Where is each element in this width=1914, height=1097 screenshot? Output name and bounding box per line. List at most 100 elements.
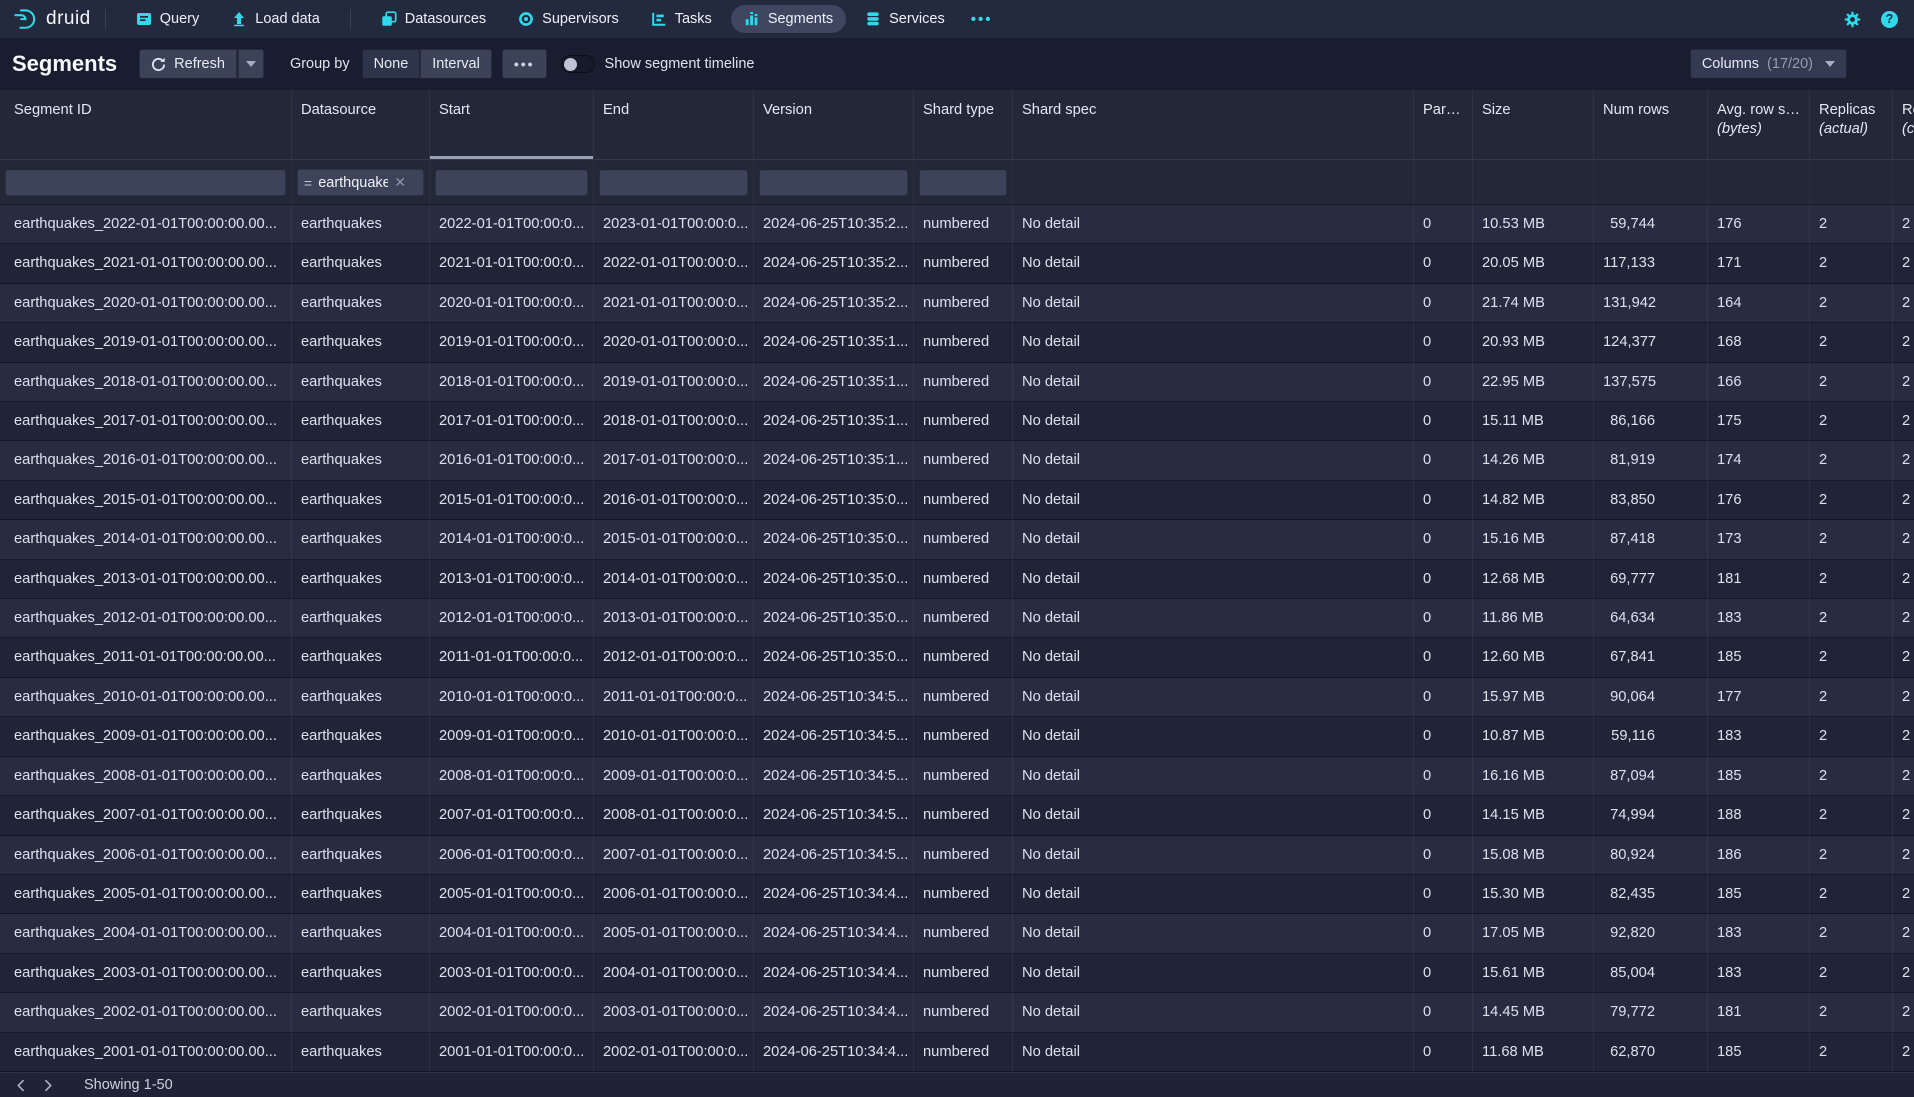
cell-datasource: earthquakes bbox=[292, 638, 430, 677]
cell-segment-id[interactable]: earthquakes_2005-01-01T00:00:00.00... bbox=[0, 875, 292, 914]
column-header-datasource[interactable]: Datasource bbox=[292, 90, 430, 159]
refresh-options-button[interactable] bbox=[237, 49, 264, 79]
cell-avg-row-size: 185 bbox=[1708, 757, 1810, 796]
cell-shard-spec: No detail bbox=[1013, 599, 1414, 638]
nav-item-supervisors[interactable]: Supervisors bbox=[505, 5, 632, 33]
cell-segment-id[interactable]: earthquakes_2013-01-01T00:00:00.00... bbox=[0, 560, 292, 599]
segment-timeline-toggle[interactable] bbox=[561, 55, 595, 73]
cell-partition: 0 bbox=[1414, 520, 1473, 559]
nav-item-datasources[interactable]: Datasources bbox=[368, 5, 499, 33]
cell-partition: 0 bbox=[1414, 638, 1473, 677]
column-header-start[interactable]: Start bbox=[430, 90, 594, 159]
column-header-replicas[interactable]: Replicas(actual) bbox=[1810, 90, 1893, 159]
cell-end: 2020-01-01T00:00:0... bbox=[594, 323, 754, 362]
cell-datasource: earthquakes bbox=[292, 796, 430, 835]
nav-more-button[interactable]: ••• bbox=[961, 11, 1003, 28]
num-rows-value: 83,850 bbox=[1603, 481, 1655, 520]
page-title: Segments bbox=[12, 51, 117, 77]
cell-avg-row-size: 185 bbox=[1708, 875, 1810, 914]
cell-num-rows: 81,919 bbox=[1594, 441, 1708, 480]
cell-segment-id[interactable]: earthquakes_2017-01-01T00:00:00.00... bbox=[0, 402, 292, 441]
cell-segment-id[interactable]: earthquakes_2011-01-01T00:00:00.00... bbox=[0, 638, 292, 677]
cell-segment-id[interactable]: earthquakes_2016-01-01T00:00:00.00... bbox=[0, 441, 292, 480]
cell-start: 2008-01-01T00:00:0... bbox=[430, 757, 594, 796]
pagination-footer: Showing 1-50 bbox=[0, 1072, 1914, 1097]
nav-item-query[interactable]: Query bbox=[123, 5, 213, 33]
columns-button[interactable]: Columns (17/20) bbox=[1690, 49, 1847, 79]
cell-segment-id[interactable]: earthquakes_2004-01-01T00:00:00.00... bbox=[0, 914, 292, 953]
cell-segment-id[interactable]: earthquakes_2001-01-01T00:00:00.00... bbox=[0, 1033, 292, 1072]
cell-avg-row-size: 186 bbox=[1708, 836, 1810, 875]
column-header-replication-factor[interactable]: Replication factor(configured) bbox=[1893, 90, 1914, 159]
column-header-partition[interactable]: Partition bbox=[1414, 90, 1473, 159]
gear-icon[interactable] bbox=[1844, 11, 1861, 28]
table-body: earthquakes_2022-01-01T00:00:00.00...ear… bbox=[0, 205, 1914, 1072]
cell-size: 11.86 MB bbox=[1473, 599, 1594, 638]
toolbar-more-button[interactable]: ••• bbox=[502, 49, 547, 79]
filter-input-shard-type[interactable] bbox=[919, 169, 1007, 196]
group-by-option-none[interactable]: None bbox=[362, 49, 421, 79]
cell-segment-id[interactable]: earthquakes_2010-01-01T00:00:00.00... bbox=[0, 678, 292, 717]
num-rows-value: 59,116 bbox=[1603, 717, 1655, 756]
nav-item-load-data[interactable]: Load data bbox=[218, 5, 333, 33]
cell-segment-id[interactable]: earthquakes_2002-01-01T00:00:00.00... bbox=[0, 993, 292, 1032]
help-icon[interactable]: ? bbox=[1881, 11, 1898, 28]
cell-shard-type: numbered bbox=[914, 1033, 1013, 1072]
column-header-segment-id[interactable]: Segment ID bbox=[0, 90, 292, 159]
group-by-option-interval[interactable]: Interval bbox=[420, 49, 492, 79]
column-header-avg-row-size[interactable]: Avg. row size(bytes) bbox=[1708, 90, 1810, 159]
cell-segment-id[interactable]: earthquakes_2006-01-01T00:00:00.00... bbox=[0, 836, 292, 875]
cell-partition: 0 bbox=[1414, 796, 1473, 835]
column-header-shard-type[interactable]: Shard type bbox=[914, 90, 1013, 159]
column-header-num-rows[interactable]: Num rows bbox=[1594, 90, 1708, 159]
cell-shard-type: numbered bbox=[914, 402, 1013, 441]
cell-partition: 0 bbox=[1414, 993, 1473, 1032]
column-header-end[interactable]: End bbox=[594, 90, 754, 159]
druid-logo[interactable]: druid bbox=[12, 6, 91, 32]
cell-segment-id[interactable]: earthquakes_2015-01-01T00:00:00.00... bbox=[0, 481, 292, 520]
nav-item-services[interactable]: Services bbox=[852, 5, 958, 33]
filter-input-end[interactable] bbox=[599, 169, 748, 196]
refresh-button[interactable]: Refresh bbox=[139, 49, 237, 79]
nav-item-segments[interactable]: Segments bbox=[731, 5, 846, 33]
column-label: Shard type bbox=[923, 101, 1003, 120]
nav-item-label: Query bbox=[160, 11, 200, 27]
num-rows-value: 131,942 bbox=[1603, 284, 1655, 323]
cell-replicas: 2 bbox=[1810, 1033, 1893, 1072]
previous-page-button[interactable] bbox=[8, 1074, 34, 1096]
remove-filter-icon[interactable]: ✕ bbox=[394, 174, 406, 191]
filter-cell-partition bbox=[1414, 160, 1473, 204]
filter-input-segment-id[interactable] bbox=[5, 169, 286, 196]
table-row: earthquakes_2009-01-01T00:00:00.00...ear… bbox=[0, 717, 1914, 756]
cell-datasource: earthquakes bbox=[292, 717, 430, 756]
table-row: earthquakes_2013-01-01T00:00:00.00...ear… bbox=[0, 560, 1914, 599]
next-page-button[interactable] bbox=[34, 1074, 60, 1096]
cell-num-rows: 67,841 bbox=[1594, 638, 1708, 677]
cell-segment-id[interactable]: earthquakes_2003-01-01T00:00:00.00... bbox=[0, 954, 292, 993]
cell-segment-id[interactable]: earthquakes_2009-01-01T00:00:00.00... bbox=[0, 717, 292, 756]
column-header-size[interactable]: Size bbox=[1473, 90, 1594, 159]
cell-segment-id[interactable]: earthquakes_2021-01-01T00:00:00.00... bbox=[0, 244, 292, 283]
cell-segment-id[interactable]: earthquakes_2018-01-01T00:00:00.00... bbox=[0, 363, 292, 402]
cell-num-rows: 83,850 bbox=[1594, 481, 1708, 520]
cell-segment-id[interactable]: earthquakes_2014-01-01T00:00:00.00... bbox=[0, 520, 292, 559]
cell-segment-id[interactable]: earthquakes_2012-01-01T00:00:00.00... bbox=[0, 599, 292, 638]
cell-segment-id[interactable]: earthquakes_2022-01-01T00:00:00.00... bbox=[0, 205, 292, 244]
nav-item-tasks[interactable]: Tasks bbox=[638, 5, 725, 33]
filter-input-start[interactable] bbox=[435, 169, 588, 196]
cell-replication-factor: 2 bbox=[1893, 1033, 1914, 1072]
cell-segment-id[interactable]: earthquakes_2008-01-01T00:00:00.00... bbox=[0, 757, 292, 796]
cell-segment-id[interactable]: earthquakes_2019-01-01T00:00:00.00... bbox=[0, 323, 292, 362]
column-header-shard-spec[interactable]: Shard spec bbox=[1013, 90, 1414, 159]
filter-cell-shard-type bbox=[914, 160, 1013, 204]
column-label: Segment ID bbox=[14, 101, 282, 120]
cell-shard-spec: No detail bbox=[1013, 638, 1414, 677]
filter-input-version[interactable] bbox=[759, 169, 908, 196]
cell-segment-id[interactable]: earthquakes_2020-01-01T00:00:00.00... bbox=[0, 284, 292, 323]
cell-segment-id[interactable]: earthquakes_2007-01-01T00:00:00.00... bbox=[0, 796, 292, 835]
cell-num-rows: 92,820 bbox=[1594, 914, 1708, 953]
column-header-version[interactable]: Version bbox=[754, 90, 914, 159]
nav-item-label: Datasources bbox=[405, 11, 486, 27]
datasource-filter-chip[interactable]: =earthquake✕ bbox=[297, 169, 424, 196]
cell-shard-spec: No detail bbox=[1013, 1033, 1414, 1072]
